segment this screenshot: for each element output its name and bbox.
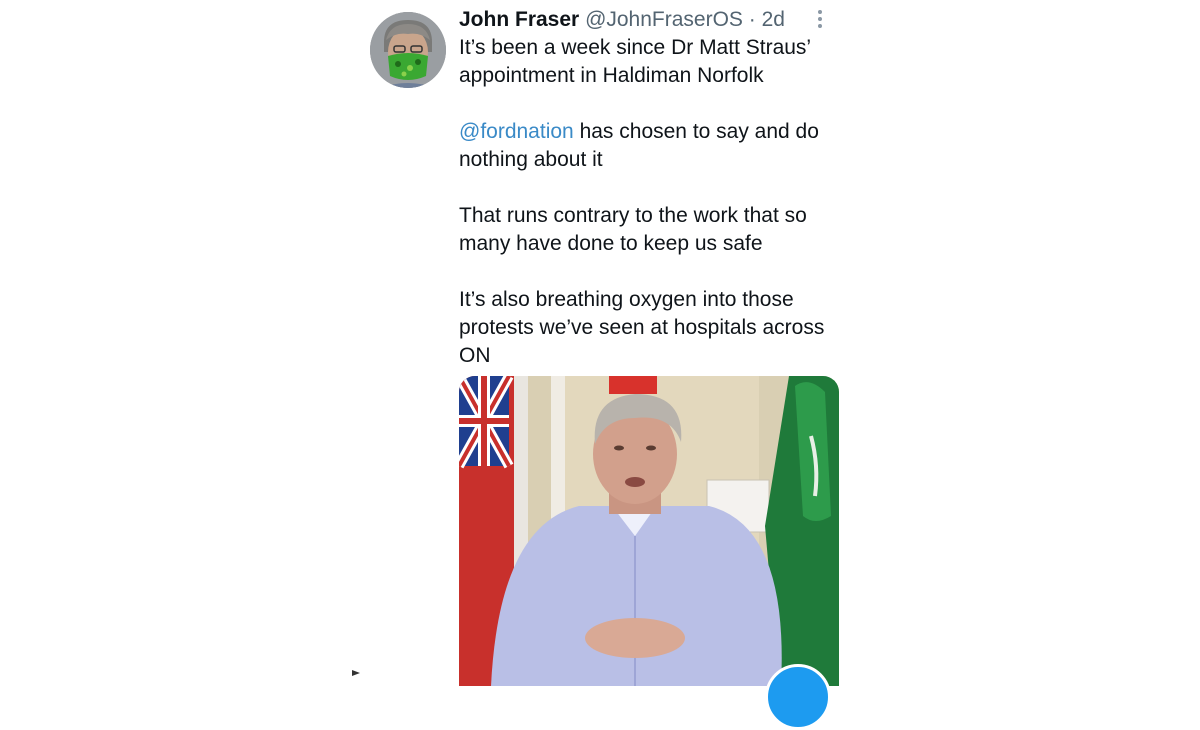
tweet-video[interactable] <box>459 376 839 686</box>
tweet-text: It’s been a week since Dr Matt Straus’ a… <box>459 34 829 370</box>
mention-link[interactable]: @fordnation <box>459 120 574 143</box>
paragraph-2: @fordnation has chosen to say and do not… <box>459 118 829 174</box>
paragraph-1: It’s been a week since Dr Matt Straus’ a… <box>459 36 811 87</box>
author-handle[interactable]: @JohnFraserOS <box>585 8 743 31</box>
timestamp[interactable]: 2d <box>762 8 785 31</box>
more-vertical-icon[interactable] <box>814 10 826 30</box>
paragraph-3: That runs contrary to the work that so m… <box>459 204 807 255</box>
tweet-content: John Fraser @JohnFraserOS · 2d It’s been… <box>459 8 829 370</box>
arrow-marker-icon <box>352 670 360 676</box>
play-button[interactable] <box>765 664 831 730</box>
avatar[interactable] <box>370 12 446 88</box>
tweet-header: John Fraser @JohnFraserOS · 2d <box>459 8 829 34</box>
video-thumbnail <box>459 376 839 686</box>
paragraph-4: It’s also breathing oxygen into those pr… <box>459 288 825 367</box>
separator: · <box>742 8 762 31</box>
author-name[interactable]: John Fraser <box>459 8 579 31</box>
tweet[interactable]: John Fraser @JohnFraserOS · 2d It’s been… <box>370 8 840 730</box>
